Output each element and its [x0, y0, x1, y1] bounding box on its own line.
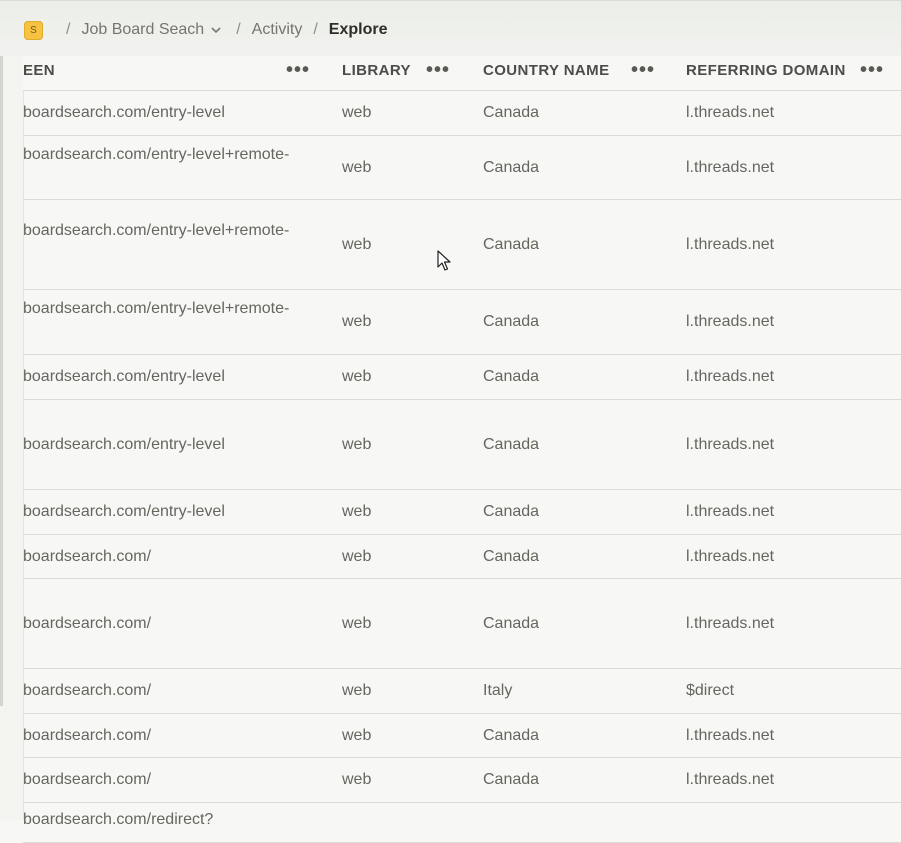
cell-library: web	[342, 757, 483, 803]
table-row[interactable]: boardsearch.com/entry-level+remote- web …	[23, 289, 901, 355]
column-header-screen[interactable]: EEN •••	[23, 56, 342, 91]
cell-screen: boardsearch.com/	[23, 713, 342, 758]
cell-screen: boardsearch.com/	[23, 578, 342, 669]
cell-country	[483, 802, 686, 843]
cell-library: web	[342, 199, 483, 290]
cell-library: web	[342, 668, 483, 714]
cell-country: Canada	[483, 713, 686, 758]
cell-library: web	[342, 578, 483, 669]
column-menu-icon[interactable]: •••	[631, 59, 655, 82]
chevron-down-icon[interactable]	[209, 23, 223, 37]
table-row[interactable]: boardsearch.com/ web Canada l.threads.ne…	[23, 534, 901, 579]
table-row[interactable]: boardsearch.com/ web Canada l.threads.ne…	[23, 713, 901, 758]
cell-country: Italy	[483, 668, 686, 714]
cell-domain: $direct	[686, 668, 901, 714]
cell-screen: boardsearch.com/	[23, 668, 342, 714]
column-header-referring-domain[interactable]: REFERRING DOMAIN •••	[686, 56, 901, 91]
breadcrumb: S / Job Board Seach / Activity / Explore	[24, 19, 387, 41]
cell-domain: l.threads.net	[686, 354, 901, 400]
table-row[interactable]: boardsearch.com/entry-level web Canada l…	[23, 354, 901, 400]
cell-domain: l.threads.net	[686, 199, 901, 290]
breadcrumb-project[interactable]: Job Board Seach	[81, 21, 204, 39]
cell-country: Canada	[483, 354, 686, 400]
cell-country: Canada	[483, 534, 686, 579]
cell-domain: l.threads.net	[686, 578, 901, 669]
cell-country: Canada	[483, 90, 686, 136]
cell-domain: l.threads.net	[686, 757, 901, 803]
cell-screen: boardsearch.com/entry-level	[23, 399, 342, 490]
cell-country: Canada	[483, 135, 686, 200]
cell-library: web	[342, 534, 483, 579]
cell-screen: boardsearch.com/entry-level+remote-	[23, 289, 342, 355]
table-row[interactable]: boardsearch.com/ web Canada l.threads.ne…	[23, 757, 901, 803]
breadcrumb-separator: /	[313, 21, 318, 38]
cell-screen: boardsearch.com/entry-level	[23, 354, 342, 400]
breadcrumb-activity[interactable]: Activity	[252, 21, 303, 39]
cell-country: Canada	[483, 578, 686, 669]
cell-library: web	[342, 713, 483, 758]
table-row[interactable]: boardsearch.com/entry-level web Canada l…	[23, 399, 901, 490]
cell-domain: l.threads.net	[686, 289, 901, 355]
cell-domain	[686, 802, 901, 843]
table-row[interactable]: boardsearch.com/redirect?	[23, 802, 901, 843]
cell-screen: boardsearch.com/entry-level+remote-	[23, 135, 342, 200]
cell-library: web	[342, 90, 483, 136]
table-row[interactable]: boardsearch.com/entry-level+remote- web …	[23, 135, 901, 200]
breadcrumb-explore: Explore	[328, 21, 388, 38]
cell-country: Canada	[483, 289, 686, 355]
cell-country: Canada	[483, 489, 686, 535]
cell-library: web	[342, 489, 483, 535]
column-menu-icon[interactable]: •••	[426, 59, 450, 82]
column-label: EEN	[23, 62, 56, 79]
cell-screen: boardsearch.com/entry-level	[23, 489, 342, 535]
cell-country: Canada	[483, 757, 686, 803]
mouse-cursor-icon	[437, 250, 451, 271]
table-header-row: EEN ••• LIBRARY ••• COUNTRY NAME ••• REF…	[23, 56, 901, 91]
cell-library: web	[342, 289, 483, 355]
table-row[interactable]: boardsearch.com/entry-level web Canada l…	[23, 489, 901, 535]
cell-screen: boardsearch.com/entry-level	[23, 90, 342, 136]
table-row[interactable]: boardsearch.com/ web Italy $direct	[23, 668, 901, 714]
cell-library	[342, 802, 483, 843]
cell-library: web	[342, 354, 483, 400]
cell-screen: boardsearch.com/	[23, 534, 342, 579]
table-row[interactable]: boardsearch.com/entry-level+remote- web …	[23, 199, 901, 290]
cell-screen: boardsearch.com/redirect?	[23, 802, 342, 843]
cell-country: Canada	[483, 199, 686, 290]
cell-domain: l.threads.net	[686, 534, 901, 579]
breadcrumb-separator: /	[236, 21, 241, 38]
scrollbar-rail[interactable]	[0, 56, 3, 706]
cell-screen: boardsearch.com/entry-level+remote-	[23, 199, 342, 290]
cell-library: web	[342, 135, 483, 200]
top-bar: S / Job Board Seach / Activity / Explore	[0, 0, 901, 56]
left-panel-edge	[0, 56, 24, 820]
cell-domain: l.threads.net	[686, 399, 901, 490]
column-header-country-name[interactable]: COUNTRY NAME •••	[483, 56, 686, 91]
table-row[interactable]: boardsearch.com/entry-level web Canada l…	[23, 90, 901, 136]
cell-screen: boardsearch.com/	[23, 757, 342, 803]
cell-domain: l.threads.net	[686, 713, 901, 758]
cell-country: Canada	[483, 399, 686, 490]
cell-domain: l.threads.net	[686, 135, 901, 200]
column-menu-icon[interactable]: •••	[286, 59, 310, 82]
project-icon[interactable]: S	[24, 20, 43, 40]
breadcrumb-separator: /	[66, 21, 71, 38]
column-header-library[interactable]: LIBRARY •••	[342, 56, 483, 91]
column-menu-icon[interactable]: •••	[860, 59, 884, 82]
cell-library: web	[342, 399, 483, 490]
cell-domain: l.threads.net	[686, 489, 901, 535]
cell-domain: l.threads.net	[686, 90, 901, 136]
events-table: EEN ••• LIBRARY ••• COUNTRY NAME ••• REF…	[23, 56, 901, 843]
column-label: LIBRARY	[342, 62, 411, 79]
table-row[interactable]: boardsearch.com/ web Canada l.threads.ne…	[23, 578, 901, 669]
column-label: REFERRING DOMAIN	[686, 62, 846, 79]
column-label: COUNTRY NAME	[483, 62, 610, 79]
